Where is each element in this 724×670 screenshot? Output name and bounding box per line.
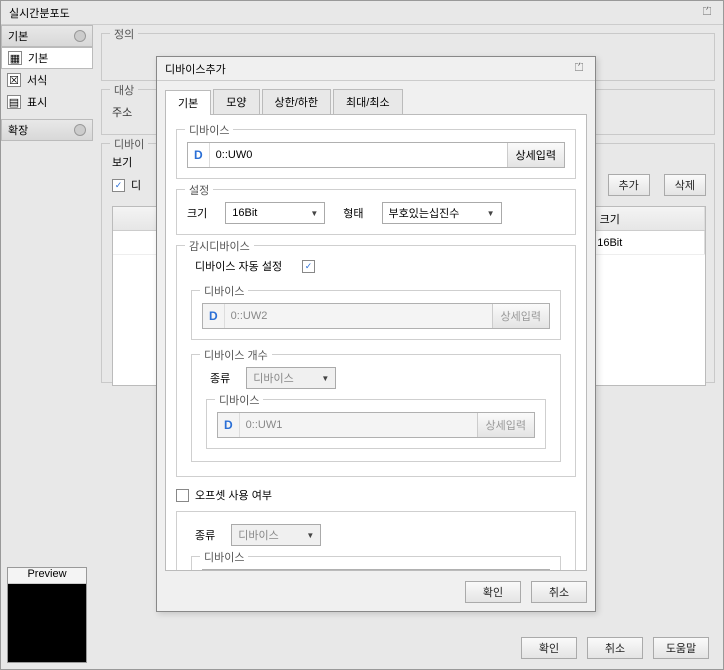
main-title: 실시간분포도 [9, 5, 70, 21]
pin-icon[interactable]: ⏍ [699, 6, 715, 20]
tab-shape[interactable]: 모양 [213, 89, 259, 114]
tab-basic[interactable]: 기본 [165, 90, 211, 115]
settings-fieldset: 설정 크기 16Bit ▼ 형태 부호있는십진수 ▼ [176, 189, 576, 235]
di-checkbox-label: 디 [131, 177, 141, 193]
di-checkbox[interactable]: ✓ [112, 179, 125, 192]
sidebar-section-label: 기본 [8, 28, 28, 44]
delete-button[interactable]: 삭제 [664, 174, 706, 196]
chevron-down-icon: ▼ [487, 209, 495, 218]
cancel-button[interactable]: 취소 [587, 637, 643, 659]
sidebar-section-basic[interactable]: 기본 [1, 25, 93, 47]
preview-body [8, 584, 86, 662]
count-detail-button: 상세입력 [477, 413, 534, 437]
dialog-titlebar: 디바이스추가 ⏍ [157, 57, 595, 81]
offset-checkbox[interactable] [176, 489, 189, 502]
ok-button[interactable]: 확인 [521, 637, 577, 659]
help-button[interactable]: 도움말 [653, 637, 709, 659]
dialog-footer: 확인 취소 [165, 571, 587, 603]
device-fieldset: 디바이스 D 상세입력 [176, 129, 576, 179]
watch-fieldset: 감시디바이스 디바이스 자동 설정 ✓ 디바이스 D 상세입력 [176, 245, 576, 477]
add-device-dialog: 디바이스추가 ⏍ 기본 모양 상한/하한 최대/최소 디바이스 D 상세입력 [156, 56, 596, 612]
kind-combo: 디바이스 ▼ [246, 367, 336, 389]
chevron-down-icon: ▼ [310, 209, 318, 218]
watch-device-row: D 상세입력 [202, 303, 550, 329]
doc-icon: ▤ [7, 95, 21, 109]
view-label: 보기 [112, 154, 132, 170]
collapse-icon [74, 30, 86, 42]
tab-upperlower[interactable]: 상한/하한 [262, 89, 332, 114]
offset-kind-combo: 디바이스 ▼ [231, 524, 321, 546]
watch-device-input [225, 304, 492, 328]
count-legend: 디바이스 개수 [200, 347, 272, 363]
sidebar-item-label: 서식 [27, 72, 47, 88]
sidebar-item-label: 기본 [28, 50, 48, 66]
device-main-legend: 디바이 [110, 136, 148, 152]
offset-device-fieldset: 디바이스 D 상세입력 [191, 556, 561, 571]
offset-kind-value: 디바이스 [238, 527, 278, 543]
chevron-down-icon: ▼ [306, 531, 314, 540]
sidebar-item-display[interactable]: ▤ 표시 [1, 91, 93, 113]
offset-label: 오프셋 사용 여부 [195, 487, 272, 503]
form-combo[interactable]: 부호있는십진수 ▼ [382, 202, 502, 224]
count-device-row: D 상세입력 [217, 412, 535, 438]
dialog-title: 디바이스추가 [165, 61, 226, 77]
target-legend: 대상 [110, 82, 138, 98]
count-device-fieldset: 디바이스 D 상세입력 [206, 399, 546, 449]
size-value: 16Bit [232, 207, 257, 219]
main-footer: 확인 취소 도움말 [521, 637, 709, 659]
form-value: 부호있는십진수 [389, 205, 460, 221]
clipboard-icon: ☒ [7, 73, 21, 87]
offset-device-legend: 디바이스 [200, 549, 248, 565]
preview-label: Preview [8, 568, 86, 584]
grid-icon: ▦ [8, 51, 22, 65]
count-fieldset: 디바이스 개수 종류 디바이스 ▼ 디바이스 D [191, 354, 561, 462]
dialog-cancel-button[interactable]: 취소 [531, 581, 587, 603]
sidebar: 기본 ▦ 기본 ☒ 서식 ▤ 표시 확장 Preview [1, 25, 93, 669]
dialog-close-icon[interactable]: ⏍ [571, 62, 587, 76]
sidebar-item-format[interactable]: ☒ 서식 [1, 69, 93, 91]
preview-panel: Preview [7, 567, 87, 663]
dialog-ok-button[interactable]: 확인 [465, 581, 521, 603]
offset-kind-label: 종류 [195, 527, 215, 543]
auto-set-checkbox[interactable]: ✓ [302, 260, 315, 273]
sidebar-item-label: 표시 [27, 94, 47, 110]
sidebar-section-extend[interactable]: 확장 [1, 119, 93, 141]
count-device-input [240, 413, 477, 437]
size-label: 크기 [187, 205, 207, 221]
d-icon: D [218, 413, 240, 437]
device-input-row: D 상세입력 [187, 142, 565, 168]
sidebar-section-label: 확장 [8, 122, 28, 138]
watch-detail-button: 상세입력 [492, 304, 549, 328]
watch-legend: 감시디바이스 [185, 238, 254, 254]
kind-value: 디바이스 [253, 370, 293, 386]
watch-device-legend: 디바이스 [200, 283, 248, 299]
collapse-icon [74, 124, 86, 136]
definition-legend: 정의 [110, 26, 138, 42]
detail-input-button[interactable]: 상세입력 [507, 143, 564, 167]
kind-label: 종류 [210, 370, 230, 386]
address-label: 주소 [112, 104, 132, 120]
d-icon: D [203, 304, 225, 328]
main-titlebar: 실시간분포도 ⏍ [1, 1, 723, 25]
tab-maxmin[interactable]: 최대/최소 [333, 89, 403, 114]
add-button[interactable]: 추가 [608, 174, 650, 196]
device-legend: 디바이스 [185, 122, 233, 138]
auto-set-label: 디바이스 자동 설정 [195, 258, 282, 274]
size-combo[interactable]: 16Bit ▼ [225, 202, 325, 224]
tab-panel-basic: 디바이스 D 상세입력 설정 크기 16Bit ▼ [165, 115, 587, 571]
count-device-legend: 디바이스 [215, 392, 263, 408]
form-label: 형태 [343, 205, 363, 221]
watch-device-fieldset: 디바이스 D 상세입력 [191, 290, 561, 340]
sidebar-item-basic[interactable]: ▦ 기본 [1, 47, 93, 69]
offset-fieldset: 종류 디바이스 ▼ 디바이스 D 상세입력 [176, 511, 576, 571]
chevron-down-icon: ▼ [321, 374, 329, 383]
dialog-tabs: 기본 모양 상한/하한 최대/최소 [165, 89, 587, 115]
device-input[interactable] [210, 143, 507, 167]
d-icon: D [188, 143, 210, 167]
settings-legend: 설정 [185, 182, 213, 198]
